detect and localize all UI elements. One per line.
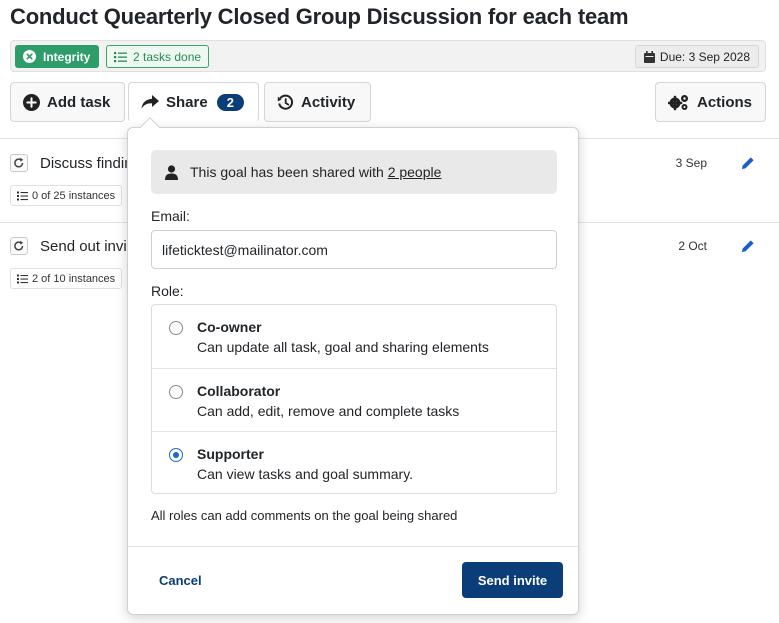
task-date: 3 Sep bbox=[675, 156, 707, 170]
activity-button[interactable]: Activity bbox=[264, 82, 371, 122]
share-button[interactable]: Share 2 bbox=[128, 82, 259, 122]
share-arrow-icon bbox=[141, 94, 159, 109]
gears-icon bbox=[668, 94, 688, 110]
role-description: Can view tasks and goal summary. bbox=[197, 466, 414, 482]
shared-with-text: This goal has been shared with bbox=[190, 164, 384, 180]
pencil-icon[interactable] bbox=[741, 156, 755, 170]
user-icon bbox=[165, 164, 178, 180]
role-radio-supporter[interactable] bbox=[169, 448, 183, 462]
calendar-icon bbox=[643, 50, 655, 63]
task-name[interactable]: Discuss findin bbox=[40, 155, 133, 172]
task-instances-label: 2 of 10 instances bbox=[32, 272, 116, 285]
category-badge[interactable]: Integrity bbox=[15, 45, 100, 68]
x-circle-icon bbox=[23, 50, 36, 63]
task-instances-badge: 0 of 25 instances bbox=[10, 185, 123, 206]
task-name[interactable]: Send out invit bbox=[40, 238, 131, 255]
role-title: Collaborator bbox=[197, 383, 281, 399]
role-title: Supporter bbox=[197, 446, 264, 462]
share-count-badge: 2 bbox=[216, 93, 244, 111]
role-options: Co-owner Can update all task, goal and s… bbox=[151, 304, 557, 494]
list-check-icon bbox=[114, 51, 127, 62]
task-instances-label: 0 of 25 instances bbox=[32, 189, 116, 202]
share-label: Share bbox=[166, 93, 208, 111]
divider bbox=[128, 546, 578, 547]
role-radio-collaborator[interactable] bbox=[169, 385, 183, 399]
add-task-label: Add task bbox=[47, 93, 111, 111]
role-option-collaborator[interactable]: Collaborator Can add, edit, remove and c… bbox=[152, 368, 556, 431]
role-label: Role: bbox=[151, 283, 184, 299]
role-option-co-owner[interactable]: Co-owner Can update all task, goal and s… bbox=[152, 305, 556, 368]
tasks-done-label: 2 tasks done bbox=[133, 49, 202, 64]
plus-circle-icon bbox=[23, 93, 40, 111]
role-description: Can update all task, goal and sharing el… bbox=[197, 339, 489, 355]
actions-button[interactable]: Actions bbox=[655, 82, 766, 122]
roles-note: All roles can add comments on the goal b… bbox=[151, 508, 458, 523]
repeat-icon bbox=[10, 154, 28, 172]
shared-with-info: This goal has been shared with 2 people bbox=[151, 150, 557, 194]
goal-title: Conduct Quearterly Closed Group Discussi… bbox=[10, 4, 629, 29]
share-popover: This goal has been shared with 2 people … bbox=[127, 117, 579, 615]
role-description: Can add, edit, remove and complete tasks bbox=[197, 403, 460, 419]
due-date-badge[interactable]: Due: 3 Sep 2028 bbox=[634, 45, 759, 68]
role-option-supporter[interactable]: Supporter Can view tasks and goal summar… bbox=[152, 431, 556, 494]
send-invite-button[interactable]: Send invite bbox=[462, 562, 563, 598]
repeat-icon bbox=[10, 237, 28, 255]
email-label: Email: bbox=[151, 208, 190, 224]
due-date-label: Due: 3 Sep 2028 bbox=[659, 49, 750, 64]
email-input[interactable] bbox=[151, 230, 557, 269]
cancel-button[interactable]: Cancel bbox=[159, 573, 202, 588]
pencil-icon[interactable] bbox=[741, 239, 755, 253]
tasks-done-badge[interactable]: 2 tasks done bbox=[106, 45, 210, 68]
activity-label: Activity bbox=[301, 93, 356, 111]
task-date: 2 Oct bbox=[678, 239, 707, 253]
role-title: Co-owner bbox=[197, 319, 262, 335]
list-check-icon bbox=[17, 191, 28, 200]
goal-meta-bar: Integrity 2 tasks done Due: 3 Sep 2028 bbox=[10, 40, 766, 72]
list-check-icon bbox=[17, 274, 28, 283]
category-badge-label: Integrity bbox=[43, 49, 91, 64]
history-icon bbox=[277, 94, 294, 110]
actions-label: Actions bbox=[697, 93, 753, 111]
task-instances-badge: 2 of 10 instances bbox=[10, 268, 123, 289]
add-task-button[interactable]: Add task bbox=[10, 82, 125, 122]
role-radio-co-owner[interactable] bbox=[169, 321, 183, 335]
shared-people-link[interactable]: 2 people bbox=[388, 164, 442, 180]
